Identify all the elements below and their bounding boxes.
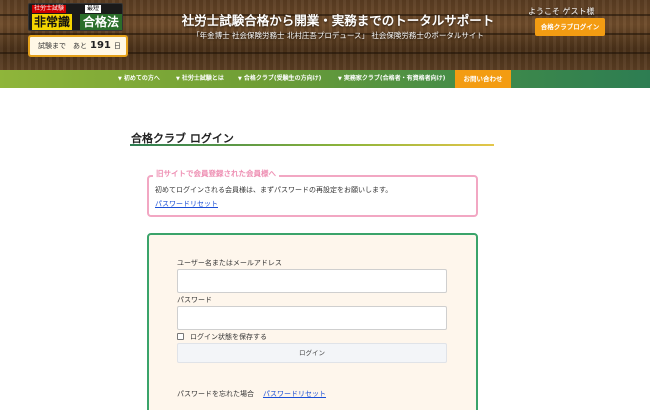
title-underline: [130, 144, 494, 146]
old-site-notice: [147, 175, 478, 217]
logo-text: 合格法: [80, 14, 122, 30]
logo-text: 非常識: [32, 14, 73, 30]
username-input[interactable]: [177, 269, 447, 293]
chevron-down-icon: ▼: [176, 76, 180, 82]
logo-small-text: 社労士試験: [32, 5, 67, 13]
chevron-down-icon: ▼: [118, 76, 122, 82]
countdown-days: 191: [90, 40, 111, 51]
nav-item-first-time[interactable]: ▼ 初めての方へ: [118, 70, 160, 88]
username-label: ユーザー名またはメールアドレス: [177, 259, 282, 267]
logo-small-text: 最短: [85, 5, 102, 13]
nav-item-label: 合格クラブ(受験生の方向け): [243, 75, 322, 82]
remember-me-checkbox[interactable]: [177, 333, 184, 340]
old-site-notice-title: 旧サイトで会員登録された会員様へ: [153, 168, 279, 179]
remember-me-label[interactable]: ログイン状態を保存する: [190, 332, 267, 342]
forgot-password-link[interactable]: パスワードリセット: [263, 389, 326, 399]
countdown-suffix: 日: [113, 42, 121, 50]
nav-item-exam-about[interactable]: ▼ 社労士試験とは: [176, 70, 224, 88]
nav-item-label: 実務家クラブ(合格者・有資格者向け): [343, 75, 446, 82]
password-label: パスワード: [177, 296, 212, 304]
countdown-prefix: 試験まで あと: [38, 42, 87, 50]
nav-item-pass-club[interactable]: ▼ 合格クラブ(受験生の方向け): [238, 70, 321, 88]
nav-item-label: 社労士試験とは: [181, 75, 224, 82]
site-logo[interactable]: 社労士試験 最短 非常識 合格法: [28, 3, 123, 31]
login-button[interactable]: ログイン: [177, 343, 447, 363]
forgot-password-text: パスワードを忘れた場合: [177, 390, 254, 398]
chevron-down-icon: ▼: [238, 76, 242, 82]
exam-countdown: 試験まで あと 191 日: [28, 35, 128, 57]
contact-button[interactable]: お問い合わせ: [455, 70, 511, 88]
site-title: 社労士試験合格から開業・実務までのトータルサポート: [181, 13, 495, 28]
site-subtitle: 「年金博士 社会保険労務士 北村庄吾プロデュース」 社会保険労務士のポータルサイ…: [192, 31, 484, 40]
member-login-button[interactable]: 合格クラブログイン: [535, 18, 605, 36]
nav-item-practitioner-club[interactable]: ▼ 実務家クラブ(合格者・有資格者向け): [338, 70, 445, 88]
password-reset-link[interactable]: パスワードリセット: [155, 199, 218, 209]
chevron-down-icon: ▼: [338, 76, 342, 82]
welcome-text: ようこそ ゲスト様: [528, 7, 595, 16]
old-site-notice-text: 初めてログインされる会員様は、まずパスワードの再設定をお願いします。: [155, 186, 393, 194]
nav-item-label: 初めての方へ: [123, 75, 160, 82]
site-header: 社労士試験 最短 非常識 合格法 試験まで あと 191 日 社労士試験合格から開業…: [0, 0, 650, 70]
password-input[interactable]: [177, 306, 447, 330]
main-nav: ▼ 初めての方へ ▼ 社労士試験とは ▼ 合格クラブ(受験生の方向け) ▼ 実務家クラブ…: [0, 70, 650, 88]
